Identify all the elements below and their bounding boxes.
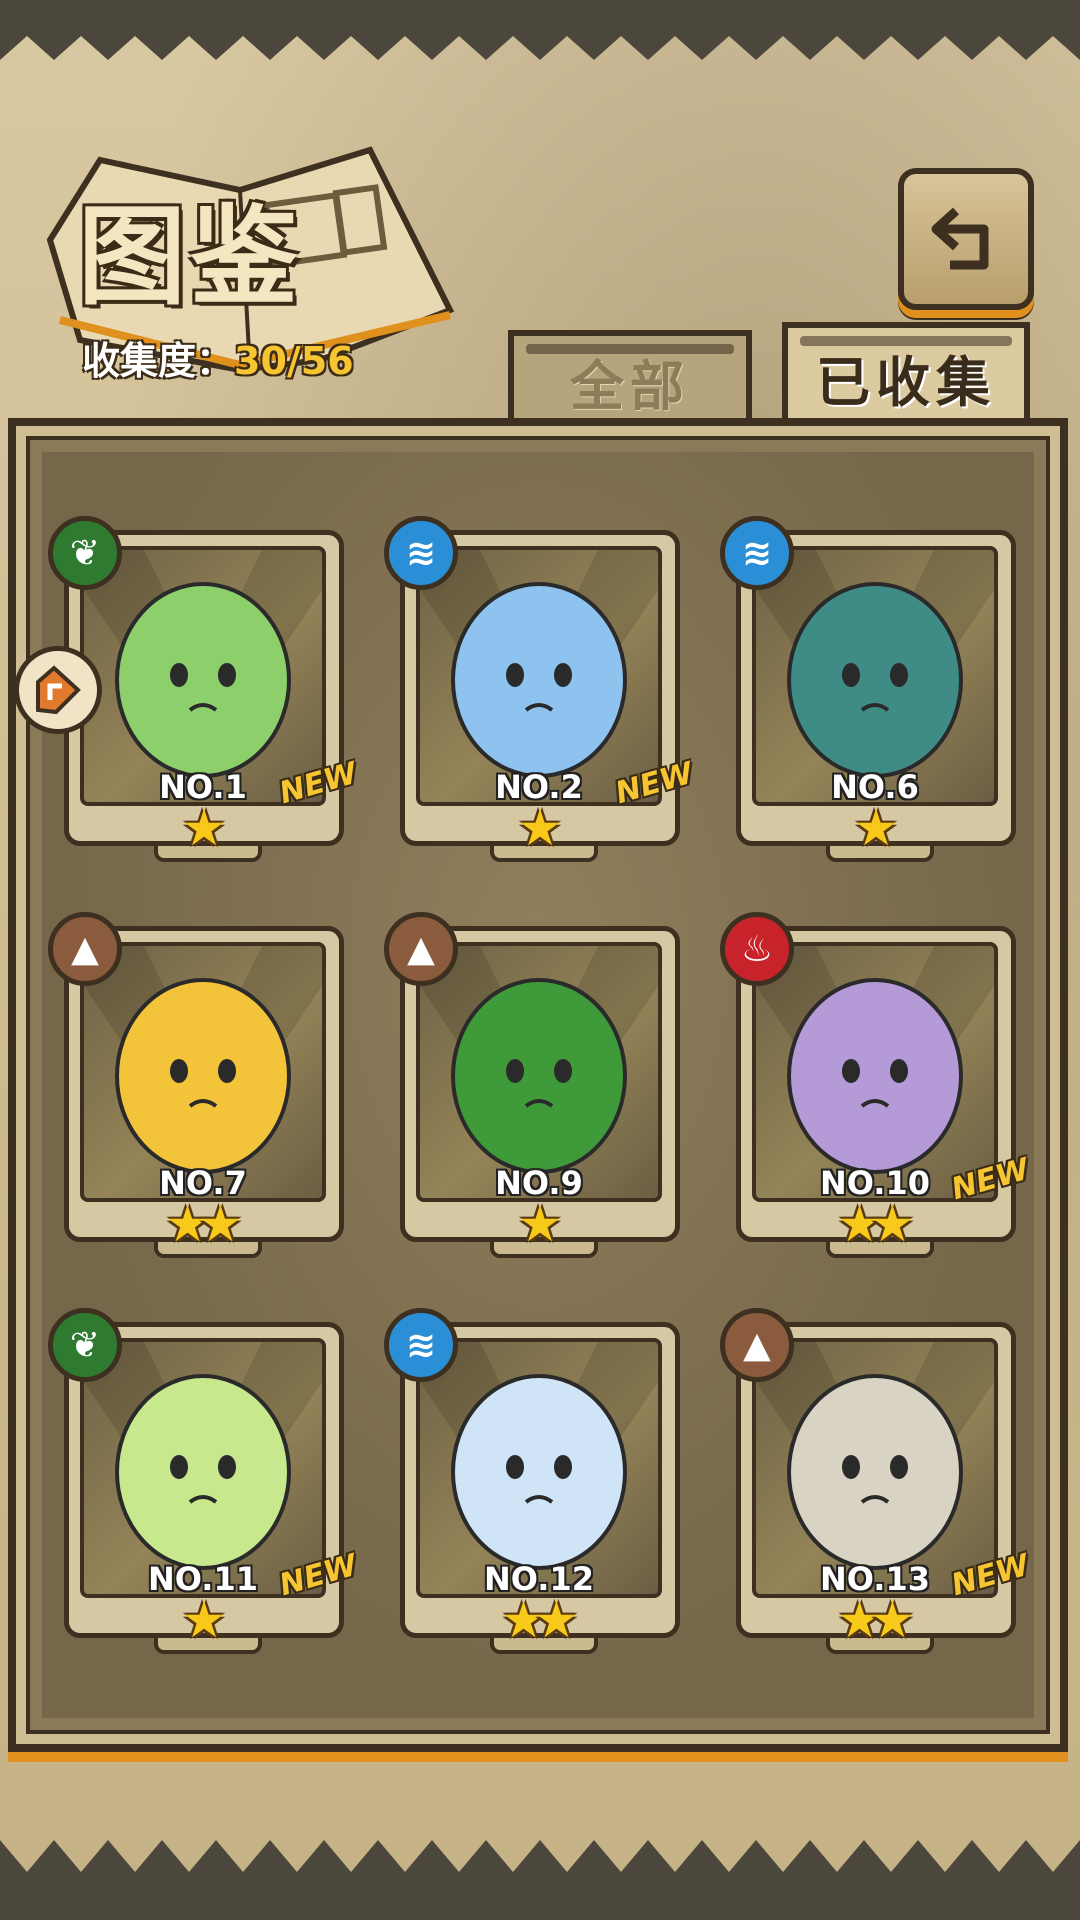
side-tag-button[interactable] [14, 646, 102, 734]
card-portrait: NO.13 [752, 1338, 998, 1598]
star-icon: ★ [870, 1195, 915, 1253]
monster-card[interactable]: NO.1 ★ ❦ NEW [48, 516, 361, 862]
monster-portrait [756, 550, 994, 778]
star-icon: ★ [198, 1195, 243, 1253]
water-element-icon: ≋ [384, 516, 458, 590]
page-title: 图鉴 [78, 194, 303, 320]
star-rating: ★ [736, 800, 1016, 856]
star-rating: ★ [400, 1196, 680, 1252]
earth-element-icon: ▲ [720, 1308, 794, 1382]
top-border [0, 0, 1080, 60]
monster-card[interactable]: NO.2 ★ ≋ NEW [384, 516, 697, 862]
fire-element-icon: ♨ [720, 912, 794, 986]
star-rating: ★ ★ [736, 1196, 1016, 1252]
star-icon: ★ [870, 1591, 915, 1649]
tab-all-label: 全部 [570, 354, 690, 418]
tab-collected[interactable]: 已收集 [782, 322, 1030, 426]
monster-portrait [420, 946, 658, 1174]
back-button[interactable] [898, 168, 1034, 310]
card-portrait: NO.10 [752, 942, 998, 1202]
monster-card[interactable]: NO.6 ★ ≋ [720, 516, 1016, 862]
monster-card[interactable]: NO.7 ★ ★ ▲ [48, 912, 344, 1258]
progress-label: 收集度： [82, 339, 235, 383]
monster-portrait [84, 550, 322, 778]
monster-portrait [756, 946, 994, 1174]
card-portrait: NO.2 [416, 546, 662, 806]
monster-card[interactable]: NO.10 ★ ★ ♨ NEW [720, 912, 1033, 1258]
star-icon: ★ [534, 1591, 579, 1649]
return-arrow-icon [931, 207, 989, 270]
tab-collected-label: 已收集 [816, 350, 996, 414]
card-portrait: NO.11 [80, 1338, 326, 1598]
bottom-border [0, 1840, 1080, 1920]
star-rating: ★ [64, 800, 344, 856]
water-element-icon: ≋ [720, 516, 794, 590]
star-icon: ★ [853, 799, 899, 857]
star-icon: ★ [517, 799, 563, 857]
monster-portrait [84, 946, 322, 1174]
leaf-element-icon: ❦ [48, 516, 122, 590]
progress-value: 30/56 [234, 339, 354, 383]
monster-portrait [84, 1342, 322, 1570]
star-rating: ★ [64, 1592, 344, 1648]
star-rating: ★ [400, 800, 680, 856]
card-portrait: NO.9 [416, 942, 662, 1202]
card-portrait: NO.12 [416, 1338, 662, 1598]
monster-card[interactable]: NO.13 ★ ★ ▲ NEW [720, 1308, 1033, 1654]
leaf-element-icon: ❦ [48, 1308, 122, 1382]
water-element-icon: ≋ [384, 1308, 458, 1382]
card-portrait: NO.6 [752, 546, 998, 806]
card-portrait: NO.7 [80, 942, 326, 1202]
monster-portrait [756, 1342, 994, 1570]
star-rating: ★ ★ [400, 1592, 680, 1648]
star-rating: ★ ★ [64, 1196, 344, 1252]
earth-element-icon: ▲ [384, 912, 458, 986]
monster-portrait [420, 1342, 658, 1570]
monster-portrait [420, 550, 658, 778]
earth-element-icon: ▲ [48, 912, 122, 986]
monster-card[interactable]: NO.9 ★ ▲ [384, 912, 680, 1258]
tab-all[interactable]: 全部 [508, 330, 752, 426]
collection-progress: 收集度：30/56 [82, 330, 354, 385]
card-portrait: NO.1 [80, 546, 326, 806]
monster-card[interactable]: NO.11 ★ ❦ NEW [48, 1308, 361, 1654]
star-icon: ★ [181, 799, 227, 857]
monster-card[interactable]: NO.12 ★ ★ ≋ [384, 1308, 680, 1654]
star-icon: ★ [517, 1195, 563, 1253]
star-rating: ★ ★ [736, 1592, 1016, 1648]
star-icon: ★ [181, 1591, 227, 1649]
tag-arrow-icon [36, 665, 81, 715]
